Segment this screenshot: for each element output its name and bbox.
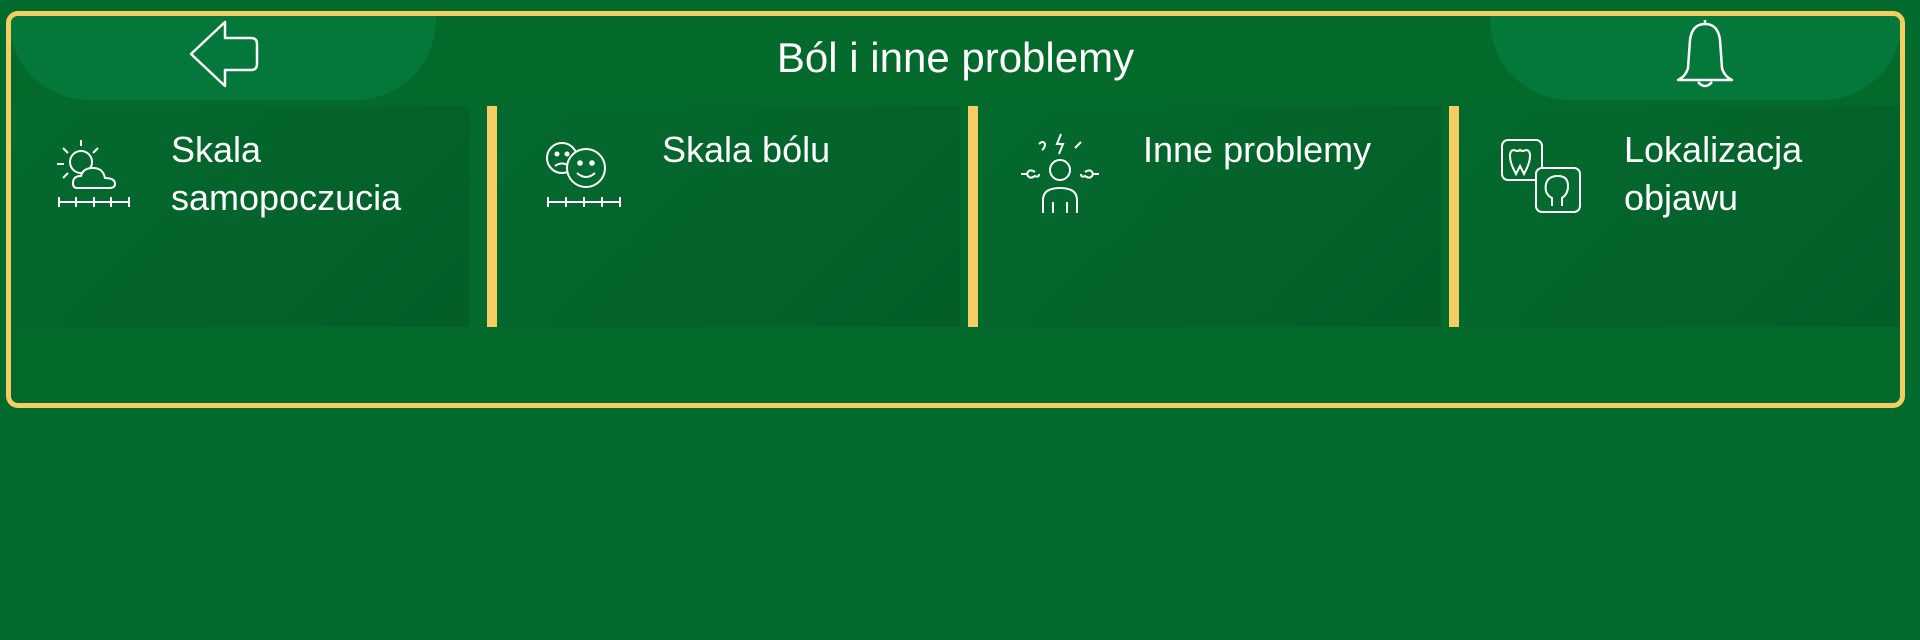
- notifications-button[interactable]: [1670, 18, 1740, 94]
- main-panel: Ból i inne problemy Skala samopoczucia S…: [6, 11, 1905, 408]
- tile-skala-bolu[interactable]: Skala bólu: [502, 106, 960, 327]
- tile-label: Skala bólu: [662, 129, 831, 170]
- tile-lokalizacja-objawu[interactable]: Lokalizacja objawu: [1464, 106, 1900, 327]
- page-title: Ból i inne problemy: [776, 34, 1135, 81]
- weather-scale-icon: [57, 140, 130, 207]
- body-location-icon: [1501, 139, 1581, 213]
- header: Ból i inne problemy: [11, 16, 1900, 106]
- tile-label: Skala samopoczucia: [171, 129, 402, 218]
- tile-separator: [487, 106, 497, 327]
- tile-separator: [968, 106, 978, 327]
- tiles-row: Skala samopoczucia Skala bólu Inne probl…: [11, 106, 1900, 327]
- tile-label: Inne problemy: [1143, 129, 1372, 170]
- person-symptoms-icon: [1021, 133, 1099, 213]
- tile-inne-problemy[interactable]: Inne problemy: [983, 106, 1441, 327]
- tile-label: Lokalizacja objawu: [1624, 129, 1803, 218]
- face-scale-icon: [546, 142, 621, 207]
- tile-separator: [1449, 106, 1459, 327]
- tile-skala-samopoczucia[interactable]: Skala samopoczucia: [11, 106, 469, 327]
- bell-icon: [1676, 20, 1734, 88]
